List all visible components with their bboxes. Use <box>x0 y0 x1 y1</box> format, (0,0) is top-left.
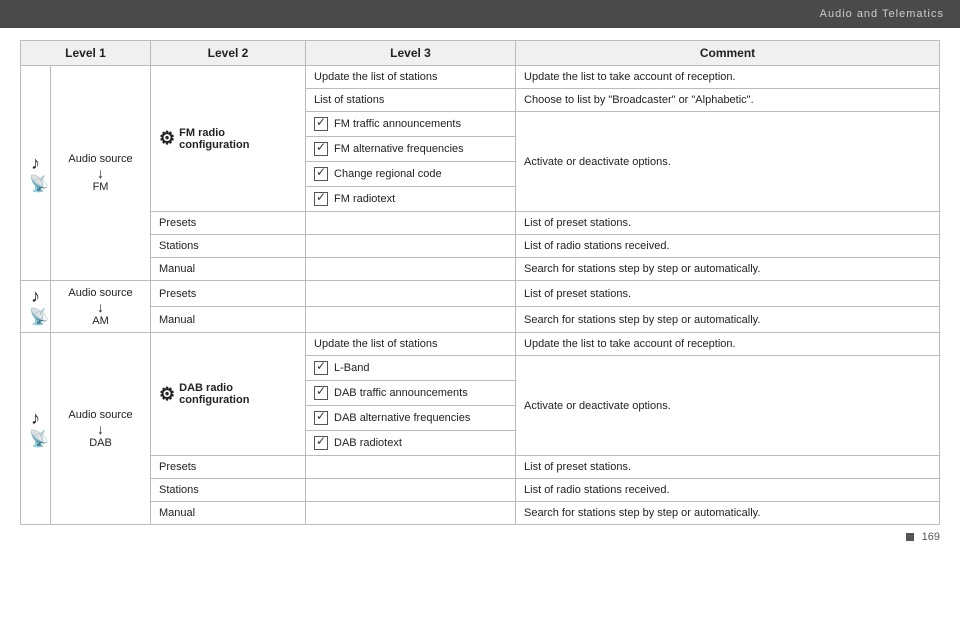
am-manual: Manual <box>151 307 306 333</box>
dab-lband-checkbox <box>314 361 328 375</box>
fm-list-stations: List of stations <box>306 89 516 112</box>
fm-radio-config: ⚙ FM radioconfiguration <box>151 66 306 212</box>
dab-source-label: Audio source↓DAB <box>51 333 151 525</box>
page-number: 169 <box>922 531 940 543</box>
dab-update-comment: Update the list to take account of recep… <box>516 333 940 356</box>
fm-list-comment: Choose to list by "Broadcaster" or "Alph… <box>516 89 940 112</box>
am-manual-l3 <box>306 307 516 333</box>
fm-presets: Presets <box>151 212 306 235</box>
dab-stations-comment: List of radio stations received. <box>516 479 940 502</box>
dab-traffic-checkbox <box>314 386 328 400</box>
fm-stations-l3 <box>306 235 516 258</box>
fm-alt-freq: FM alternative frequencies <box>306 137 516 162</box>
am-source-label: Audio source↓AM <box>51 281 151 333</box>
fm-manual-comment: Search for stations step by step or auto… <box>516 258 940 281</box>
main-table: Level 1 Level 2 Level 3 Comment ♪ 📡 Audi… <box>20 40 940 525</box>
dab-lband: L-Band <box>306 356 516 381</box>
fm-icons: ♪ 📡 <box>21 66 51 281</box>
col-level3: Level 3 <box>306 41 516 66</box>
col-level1: Level 1 <box>21 41 151 66</box>
fm-presets-comment: List of preset stations. <box>516 212 940 235</box>
fm-radiotext-checkbox <box>314 192 328 206</box>
fm-stations-row: Stations List of radio stations received… <box>21 235 940 258</box>
am-icons: ♪ 📡 <box>21 281 51 333</box>
header-bar: Audio and Telematics <box>0 0 960 28</box>
dab-manual-l3 <box>306 502 516 525</box>
page-content: Level 1 Level 2 Level 3 Comment ♪ 📡 Audi… <box>0 28 960 551</box>
fm-presets-row: Presets List of preset stations. <box>21 212 940 235</box>
dab-row-1: ♪ 📡 Audio source↓DAB ⚙ DAB radioconfigur… <box>21 333 940 356</box>
dab-radiotext: DAB radiotext <box>306 431 516 456</box>
fm-presets-l3 <box>306 212 516 235</box>
page-footer: 169 <box>20 529 940 543</box>
fm-stations: Stations <box>151 235 306 258</box>
fm-update-stations: Update the list of stations <box>306 66 516 89</box>
dab-presets: Presets <box>151 456 306 479</box>
dab-presets-comment: List of preset stations. <box>516 456 940 479</box>
fm-manual-row: Manual Search for stations step by step … <box>21 258 940 281</box>
col-level2: Level 2 <box>151 41 306 66</box>
dab-manual-comment: Search for stations step by step or auto… <box>516 502 940 525</box>
dab-alt-freq: DAB alternative frequencies <box>306 406 516 431</box>
dab-alt-checkbox <box>314 411 328 425</box>
am-row-1: ♪ 📡 Audio source↓AM Presets List of pres… <box>21 281 940 307</box>
dab-traffic: DAB traffic announcements <box>306 381 516 406</box>
header-title: Audio and Telematics <box>820 8 944 20</box>
dab-radio-config: ⚙ DAB radioconfiguration <box>151 333 306 456</box>
square-icon <box>906 533 914 541</box>
fm-regional: Change regional code <box>306 162 516 187</box>
am-row-2: Manual Search for stations step by step … <box>21 307 940 333</box>
dab-stations: Stations <box>151 479 306 502</box>
fm-manual-l3 <box>306 258 516 281</box>
am-manual-comment: Search for stations step by step or auto… <box>516 307 940 333</box>
dab-config-label: DAB radioconfiguration <box>179 382 249 406</box>
dab-radiotext-checkbox <box>314 436 328 450</box>
fm-source-label: Audio source↓FM <box>51 66 151 281</box>
fm-stations-comment: List of radio stations received. <box>516 235 940 258</box>
fm-config-label: FM radioconfiguration <box>179 127 249 151</box>
dab-presets-row: Presets List of preset stations. <box>21 456 940 479</box>
dab-presets-l3 <box>306 456 516 479</box>
fm-manual: Manual <box>151 258 306 281</box>
dab-manual-row: Manual Search for stations step by step … <box>21 502 940 525</box>
fm-regional-checkbox <box>314 167 328 181</box>
fm-activate-comment: Activate or deactivate options. <box>516 112 940 212</box>
fm-traffic-checkbox <box>314 117 328 131</box>
dab-update-stations: Update the list of stations <box>306 333 516 356</box>
col-comment: Comment <box>516 41 940 66</box>
dab-stations-row: Stations List of radio stations received… <box>21 479 940 502</box>
fm-radiotext: FM radiotext <box>306 187 516 212</box>
am-presets-comment: List of preset stations. <box>516 281 940 307</box>
fm-traffic: FM traffic announcements <box>306 112 516 137</box>
am-presets: Presets <box>151 281 306 307</box>
am-presets-l3 <box>306 281 516 307</box>
fm-update-comment: Update the list to take account of recep… <box>516 66 940 89</box>
dab-icons: ♪ 📡 <box>21 333 51 525</box>
fm-row-1: ♪ 📡 Audio source↓FM ⚙ FM radioconfigurat… <box>21 66 940 89</box>
fm-alt-checkbox <box>314 142 328 156</box>
dab-manual: Manual <box>151 502 306 525</box>
dab-activate-comment: Activate or deactivate options. <box>516 356 940 456</box>
dab-stations-l3 <box>306 479 516 502</box>
